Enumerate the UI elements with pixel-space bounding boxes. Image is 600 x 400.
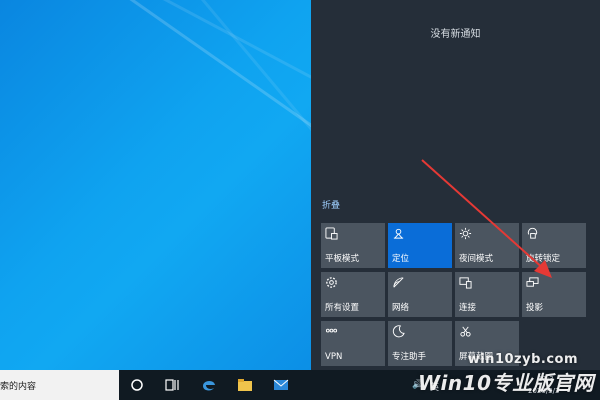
tile-vpn[interactable]: VPN (321, 321, 385, 366)
tile-network[interactable]: 网络 (388, 272, 452, 317)
rotation-lock-icon (527, 227, 538, 239)
gear-icon (326, 277, 337, 288)
action-center-panel: 没有新通知 折叠 平板模式 定位 夜间模式 旋转锁定 所有设置 网络 连接 投影… (311, 0, 600, 370)
taskbar-search-box[interactable]: 索的内容 (0, 370, 119, 400)
tile-project[interactable]: 投影 (522, 272, 586, 317)
tile-label: 旋转锁定 (526, 254, 561, 264)
location-icon (393, 228, 404, 239)
project-icon (526, 277, 539, 287)
site-watermark: win10zyb.com Win10专业版官网 (418, 352, 594, 396)
tile-label: 平板模式 (325, 254, 360, 264)
desktop-wallpaper (0, 0, 311, 370)
tile-label: VPN (325, 352, 343, 362)
network-icon (393, 277, 404, 288)
file-explorer-icon[interactable] (236, 376, 254, 394)
watermark-title: Win10专业版官网 (418, 371, 594, 395)
tablet-mode-icon (325, 227, 338, 240)
tile-label: 投影 (526, 303, 544, 313)
mail-icon[interactable] (272, 376, 290, 394)
tile-label: 网络 (392, 303, 410, 313)
watermark-domain: win10zyb.com (467, 352, 578, 367)
search-placeholder: 索的内容 (0, 382, 37, 392)
tile-connect[interactable]: 连接 (455, 272, 519, 317)
tile-rotation-lock[interactable]: 旋转锁定 (522, 223, 586, 268)
tile-focus-assist[interactable]: 专注助手 (388, 321, 452, 366)
task-view-icon[interactable] (163, 376, 181, 394)
connect-icon (459, 277, 472, 289)
tile-tablet-mode[interactable]: 平板模式 (321, 223, 385, 268)
cortana-icon[interactable] (128, 376, 146, 394)
vpn-icon (325, 328, 338, 333)
tile-night-light[interactable]: 夜间模式 (455, 223, 519, 268)
tile-label: 所有设置 (325, 303, 360, 313)
tile-all-settings[interactable]: 所有设置 (321, 272, 385, 317)
night-light-icon (459, 227, 472, 240)
tile-label: 夜间模式 (459, 254, 494, 264)
tile-label: 定位 (392, 254, 410, 264)
wallpaper-light-ray (198, 0, 311, 151)
collapse-link[interactable]: 折叠 (322, 198, 340, 211)
screen-snip-icon (460, 326, 471, 337)
wallpaper-light-ray (119, 0, 311, 142)
tile-label: 连接 (459, 303, 477, 313)
tile-label: 专注助手 (392, 352, 427, 362)
tile-location[interactable]: 定位 (388, 223, 452, 268)
focus-assist-icon (392, 325, 405, 338)
no-notifications-text: 没有新通知 (430, 29, 481, 40)
edge-browser-icon[interactable] (200, 376, 218, 394)
